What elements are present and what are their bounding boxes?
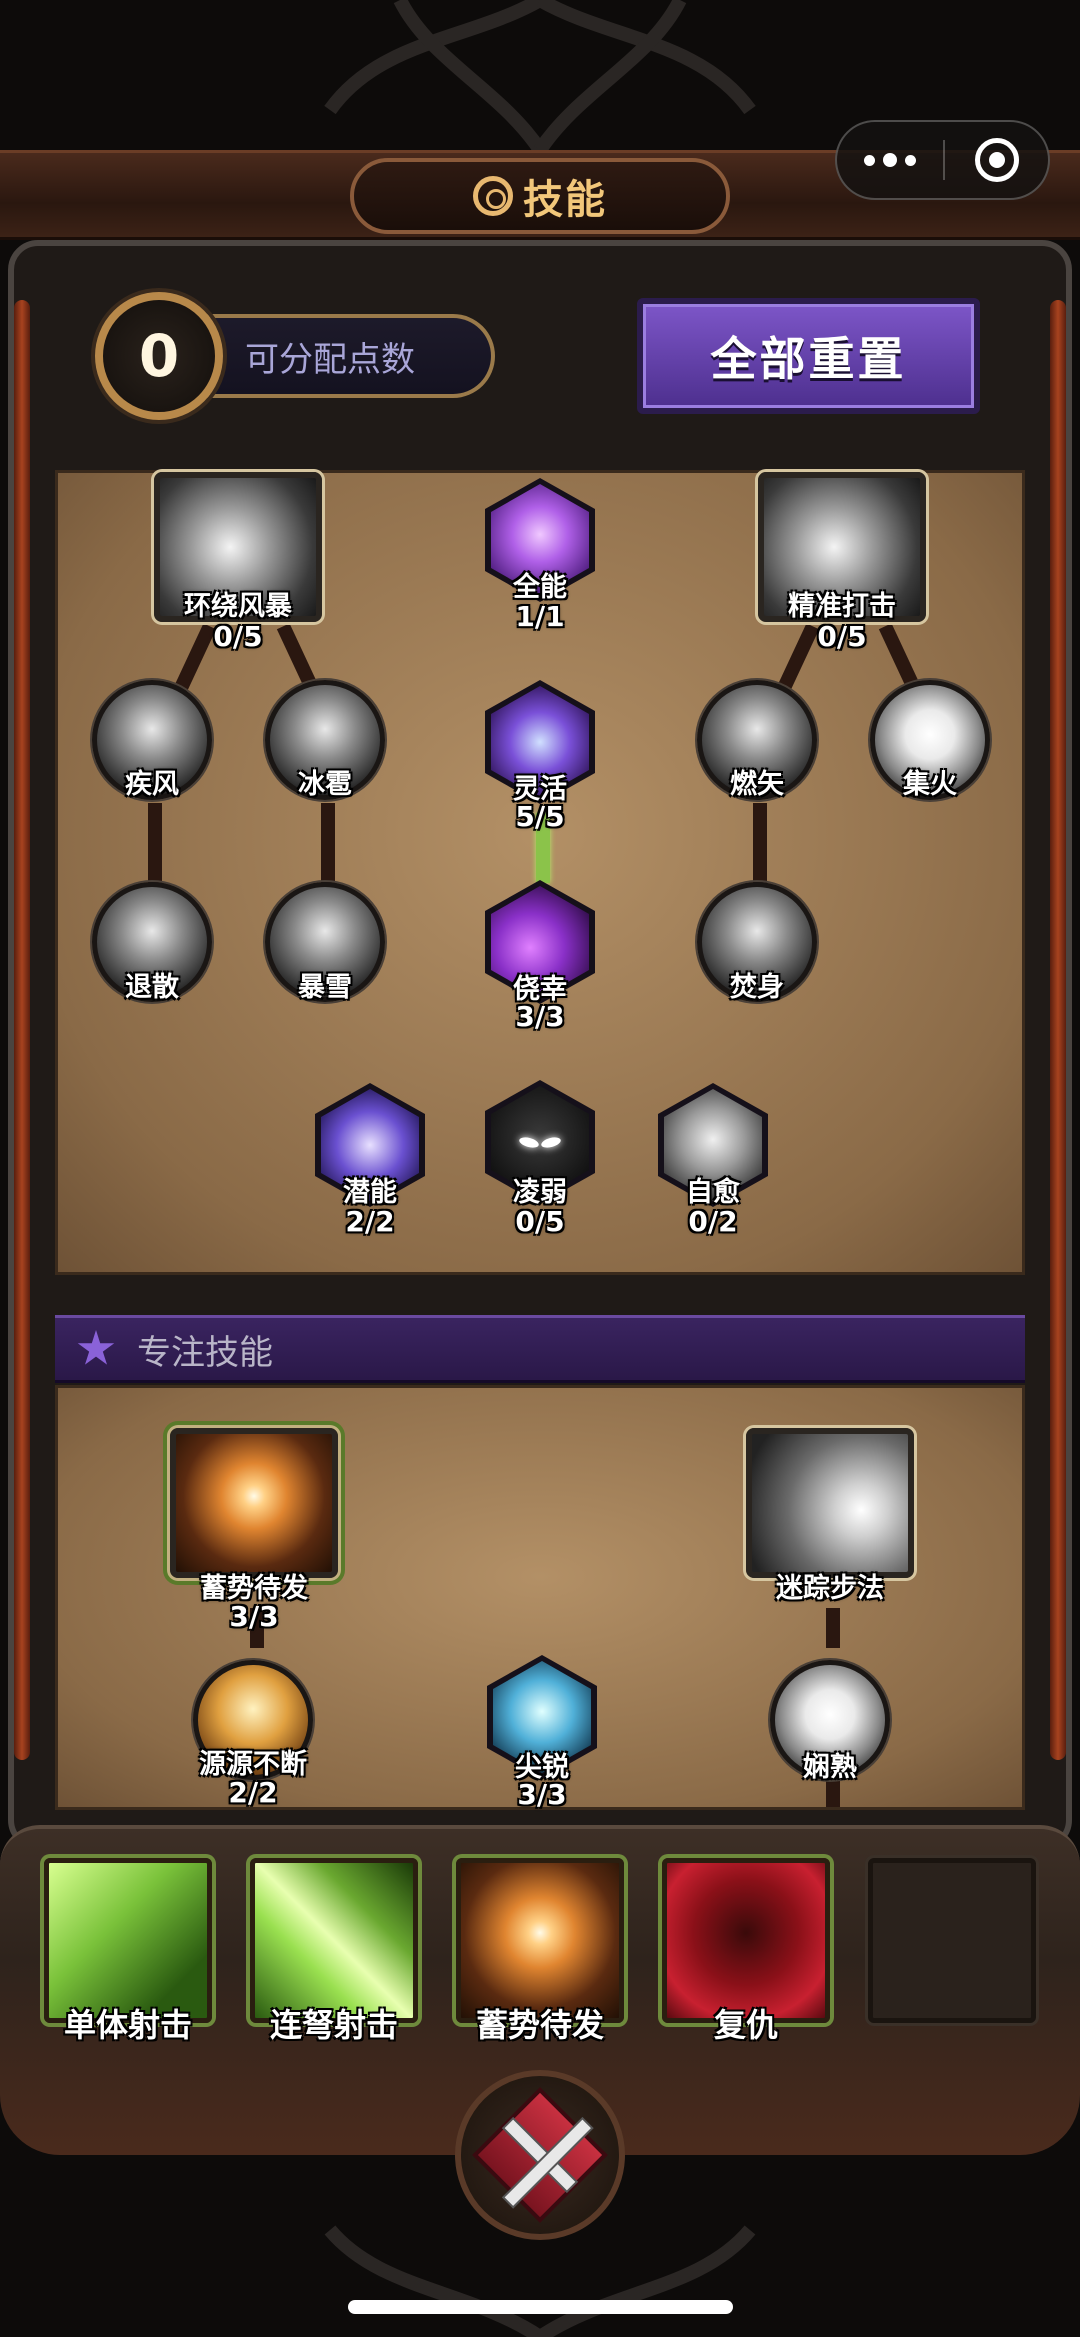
skill-level: 0/2 bbox=[688, 1205, 738, 1238]
points-value: 0 bbox=[138, 322, 180, 390]
skill-wheel-icon bbox=[473, 176, 513, 216]
focus-skill-phantom-step[interactable]: 迷踪步法 bbox=[740, 1428, 920, 1604]
target-circle-icon[interactable] bbox=[945, 138, 1048, 182]
skill-level: 5/5 bbox=[515, 800, 565, 833]
skill-name: 燃矢 bbox=[730, 769, 784, 800]
connector bbox=[826, 1608, 840, 1648]
equipped-label: 连弩射击 bbox=[269, 2006, 398, 2044]
skill-level: 0/5 bbox=[817, 620, 867, 653]
skill-name: 自愈 bbox=[686, 1177, 740, 1208]
home-indicator bbox=[348, 2300, 733, 2314]
equipped-label: 单体射击 bbox=[63, 2006, 192, 2044]
close-button[interactable] bbox=[455, 2070, 625, 2240]
equipped-slot-5-empty[interactable] bbox=[868, 1858, 1036, 2023]
focus-skills-title: 专注技能 bbox=[137, 1332, 273, 1373]
reset-all-label: 全部重置 bbox=[710, 332, 907, 386]
skill-name: 冰雹 bbox=[298, 769, 352, 800]
swirl-energy-icon bbox=[170, 1428, 338, 1578]
equipped-slot-3[interactable]: 蓄势待发 bbox=[456, 1858, 624, 2044]
reset-all-button[interactable]: 全部重置 bbox=[637, 298, 980, 414]
skill-name: 退散 bbox=[125, 972, 179, 1003]
skill-level: 0/5 bbox=[213, 620, 263, 653]
multi-bolt-icon bbox=[250, 1858, 418, 2023]
focus-skills-header: 专注技能 bbox=[55, 1315, 1025, 1383]
page-title-plate: 技能 bbox=[350, 158, 730, 234]
available-points: 可分配点数 0 bbox=[95, 292, 505, 420]
skill-name: 全能 bbox=[513, 572, 567, 603]
skill-level: 0/5 bbox=[515, 1205, 565, 1238]
points-label-bar: 可分配点数 bbox=[185, 314, 495, 398]
skill-level: 3/3 bbox=[515, 1000, 565, 1033]
more-dots-icon[interactable] bbox=[837, 122, 943, 198]
empty-slot-icon bbox=[868, 1858, 1036, 2023]
equipped-label: 复仇 bbox=[713, 2006, 778, 2044]
frame-right-rail bbox=[1050, 300, 1066, 1760]
connector bbox=[753, 803, 767, 883]
skill-name: 凌弱 bbox=[513, 1177, 567, 1208]
frame-left-rail bbox=[14, 300, 30, 1760]
connector bbox=[148, 803, 162, 883]
page-title: 技能 bbox=[523, 177, 607, 223]
close-x-icon bbox=[504, 2119, 576, 2191]
skill-surround-storm[interactable]: 环绕风暴 0/5 bbox=[148, 472, 328, 653]
skill-name: 焚身 bbox=[730, 972, 784, 1003]
skill-level: 3/3 bbox=[229, 1600, 279, 1633]
arrow-shot-icon bbox=[44, 1858, 212, 2023]
equipped-slot-1[interactable]: 单体射击 bbox=[44, 1858, 212, 2044]
focus-skill-charge-up[interactable]: 蓄势待发 3/3 bbox=[164, 1428, 344, 1633]
skill-name: 疾风 bbox=[125, 769, 179, 800]
star-icon bbox=[77, 1330, 115, 1365]
connector bbox=[321, 803, 335, 883]
crossed-swords-close-icon bbox=[472, 2087, 608, 2223]
miniprogram-capsule bbox=[835, 120, 1050, 200]
equipped-slot-2[interactable]: 连弩射击 bbox=[250, 1858, 418, 2044]
dash-light-icon bbox=[746, 1428, 914, 1578]
equipped-slot-4[interactable]: 复仇 bbox=[662, 1858, 830, 2044]
equipped-label: 蓄势待发 bbox=[475, 2006, 604, 2044]
points-label: 可分配点数 bbox=[245, 339, 415, 380]
skill-name: 迷踪步法 bbox=[776, 1573, 884, 1604]
swirl-energy-icon bbox=[456, 1858, 624, 2023]
skill-name: 娴熟 bbox=[803, 1752, 857, 1783]
skill-level: 3/3 bbox=[517, 1778, 567, 1811]
skill-name: 集火 bbox=[903, 769, 957, 800]
skill-level: 2/2 bbox=[228, 1776, 278, 1809]
skill-name: 暴雪 bbox=[298, 972, 352, 1003]
vengeance-eyes-icon bbox=[662, 1858, 830, 2023]
skill-name: 精准打击 bbox=[788, 591, 896, 622]
points-counter: 0 bbox=[95, 292, 223, 420]
skill-level: 1/1 bbox=[515, 600, 565, 633]
skill-name: 环绕风暴 bbox=[184, 591, 292, 622]
skill-precise-strike[interactable]: 精准打击 0/5 bbox=[752, 472, 932, 653]
